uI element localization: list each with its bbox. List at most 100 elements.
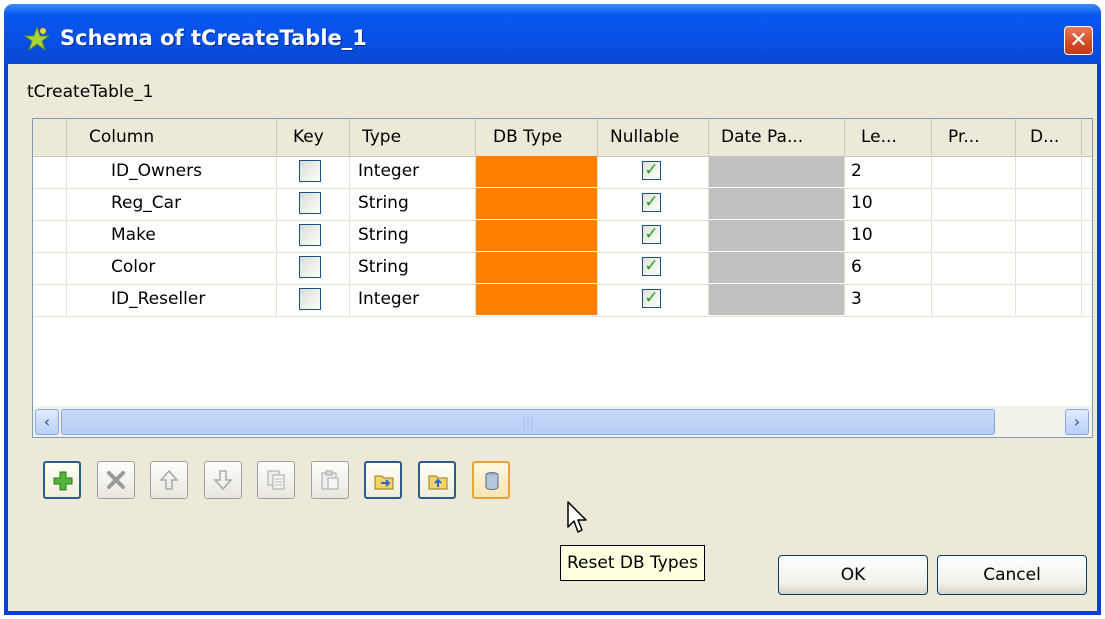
header-default[interactable]: D...: [1016, 119, 1082, 156]
table-header: Column Key Type DB Type Nullable Date Pa…: [33, 119, 1092, 157]
row-spacer: [33, 188, 67, 219]
paste-icon: [321, 470, 339, 490]
export-button[interactable]: [418, 461, 456, 499]
nullable-check-icon[interactable]: ✓: [642, 161, 661, 180]
cell-key[interactable]: [277, 188, 350, 219]
cell-type[interactable]: String: [350, 188, 476, 219]
cell-db-type[interactable]: [476, 284, 598, 315]
header-nullable[interactable]: Nullable: [598, 119, 709, 156]
key-checkbox[interactable]: [299, 256, 321, 278]
cell-nullable[interactable]: ✓: [598, 188, 709, 219]
cell-column[interactable]: Reg_Car: [67, 188, 277, 219]
cell-length[interactable]: 10: [845, 188, 932, 219]
cell-column[interactable]: ID_Reseller: [67, 284, 277, 315]
table-row[interactable]: ID_Reseller Integer ✓ 3: [33, 284, 1092, 317]
header-length[interactable]: Le...: [845, 119, 932, 156]
cell-type[interactable]: Integer: [350, 284, 476, 315]
cell-default[interactable]: [1016, 220, 1082, 251]
table-row[interactable]: ID_Owners Integer ✓ 2: [33, 156, 1092, 189]
cell-precision[interactable]: [932, 188, 1016, 219]
close-button[interactable]: ✕: [1064, 26, 1093, 55]
cell-nullable[interactable]: ✓: [598, 220, 709, 251]
cell-date-pattern[interactable]: [709, 220, 845, 251]
window-title: Schema of tCreateTable_1: [60, 26, 367, 50]
table-row[interactable]: Reg_Car String ✓ 10: [33, 188, 1092, 221]
import-icon: [374, 475, 394, 490]
header-column[interactable]: Column: [67, 119, 277, 156]
move-up-icon: [159, 469, 179, 490]
nullable-check-icon[interactable]: ✓: [642, 289, 661, 308]
cell-db-type[interactable]: [476, 220, 598, 251]
talend-star-icon: [24, 26, 50, 52]
cell-type[interactable]: String: [350, 252, 476, 283]
key-checkbox[interactable]: [299, 192, 321, 214]
cell-date-pattern[interactable]: [709, 156, 845, 187]
title-bar[interactable]: Schema of tCreateTable_1 ✕: [4, 4, 1101, 64]
cell-precision[interactable]: [932, 156, 1016, 187]
add-button[interactable]: [43, 461, 81, 499]
cell-key[interactable]: [277, 220, 350, 251]
cell-key[interactable]: [277, 284, 350, 315]
nullable-check-icon[interactable]: ✓: [642, 225, 661, 244]
cell-db-type[interactable]: [476, 188, 598, 219]
ok-button[interactable]: OK: [778, 555, 928, 595]
header-date-pattern[interactable]: Date Pa...: [709, 119, 845, 156]
cell-default[interactable]: [1016, 188, 1082, 219]
cell-date-pattern[interactable]: [709, 284, 845, 315]
table-row[interactable]: Make String ✓ 10: [33, 220, 1092, 253]
cell-column[interactable]: Make: [67, 220, 277, 251]
paste-button[interactable]: [311, 461, 349, 499]
table-row[interactable]: Color String ✓ 6: [33, 252, 1092, 285]
cell-precision[interactable]: [932, 252, 1016, 283]
add-icon: [53, 471, 73, 491]
cell-precision[interactable]: [932, 284, 1016, 315]
cell-nullable[interactable]: ✓: [598, 156, 709, 187]
cell-type[interactable]: String: [350, 220, 476, 251]
delete-button[interactable]: [97, 461, 135, 499]
scroll-left-icon[interactable]: ‹: [35, 409, 59, 435]
key-checkbox[interactable]: [299, 224, 321, 246]
header-spacer: [33, 119, 67, 156]
cell-default[interactable]: [1016, 252, 1082, 283]
cell-length[interactable]: 2: [845, 156, 932, 187]
cell-db-type[interactable]: [476, 252, 598, 283]
key-checkbox[interactable]: [299, 288, 321, 310]
cell-key[interactable]: [277, 252, 350, 283]
cell-type[interactable]: Integer: [350, 156, 476, 187]
row-spacer: [33, 156, 67, 187]
header-db-type[interactable]: DB Type: [476, 119, 598, 156]
scrollbar-thumb[interactable]: |||: [61, 409, 995, 435]
horizontal-scrollbar[interactable]: ‹ ||| ›: [33, 406, 1092, 437]
move-down-button[interactable]: [204, 461, 242, 499]
import-button[interactable]: [364, 461, 402, 499]
export-icon: [428, 475, 448, 490]
header-key[interactable]: Key: [277, 119, 350, 156]
schema-table[interactable]: Column Key Type DB Type Nullable Date Pa…: [32, 118, 1093, 438]
nullable-check-icon[interactable]: ✓: [642, 193, 661, 212]
cell-nullable[interactable]: ✓: [598, 284, 709, 315]
cell-date-pattern[interactable]: [709, 252, 845, 283]
reset-db-types-button[interactable]: [472, 461, 510, 499]
cell-column[interactable]: ID_Owners: [67, 156, 277, 187]
section-label: tCreateTable_1: [27, 82, 154, 102]
copy-button[interactable]: [257, 461, 295, 499]
cell-default[interactable]: [1016, 284, 1082, 315]
cell-date-pattern[interactable]: [709, 188, 845, 219]
cell-column[interactable]: Color: [67, 252, 277, 283]
cell-key[interactable]: [277, 156, 350, 187]
cell-db-type[interactable]: [476, 156, 598, 187]
cell-precision[interactable]: [932, 220, 1016, 251]
header-precision[interactable]: Pr...: [932, 119, 1016, 156]
cell-nullable[interactable]: ✓: [598, 252, 709, 283]
header-type[interactable]: Type: [350, 119, 476, 156]
cancel-button[interactable]: Cancel: [937, 555, 1087, 595]
key-checkbox[interactable]: [299, 160, 321, 182]
scroll-right-icon[interactable]: ›: [1065, 409, 1089, 435]
cell-length[interactable]: 3: [845, 284, 932, 315]
delete-icon: [107, 471, 125, 489]
move-up-button[interactable]: [150, 461, 188, 499]
nullable-check-icon[interactable]: ✓: [642, 257, 661, 276]
cell-length[interactable]: 6: [845, 252, 932, 283]
cell-length[interactable]: 10: [845, 220, 932, 251]
cell-default[interactable]: [1016, 156, 1082, 187]
